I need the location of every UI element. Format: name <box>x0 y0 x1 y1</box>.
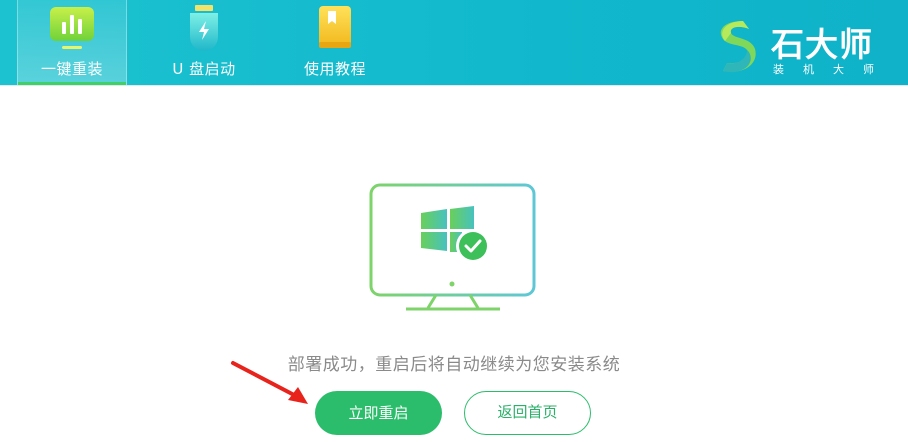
brand-name: 石大师 <box>771 25 873 64</box>
tab-label: U 盘启动 <box>172 60 236 78</box>
tab-tutorial[interactable]: 使用教程 <box>281 0 389 85</box>
book-icon <box>315 5 355 55</box>
brand-subtitle: 装机大师 <box>773 63 893 76</box>
active-tab-indicator <box>18 82 126 85</box>
red-arrow-annotation <box>230 360 320 414</box>
tab-one-click-reinstall[interactable]: 一键重装 <box>17 0 127 85</box>
top-nav-bar: 一键重装 U 盘启动 使用教程 石大师 装机大师 <box>0 0 908 86</box>
restart-now-button[interactable]: 立即重启 <box>315 391 442 435</box>
brand-logo: 石大师 装机大师 <box>713 19 883 76</box>
tab-label: 使用教程 <box>303 60 366 78</box>
back-to-home-button[interactable]: 返回首页 <box>464 391 591 435</box>
usb-drive-icon <box>184 5 224 55</box>
tab-label: 一键重装 <box>40 60 103 78</box>
monitor-windows-check-icon <box>366 182 538 318</box>
chart-bars-icon <box>48 5 96 55</box>
tab-usb-boot[interactable]: U 盘启动 <box>150 0 258 85</box>
deploy-status-message: 部署成功，重启后将自动继续为您安装系统 <box>287 355 621 375</box>
brand-s-logo-icon <box>720 21 756 73</box>
